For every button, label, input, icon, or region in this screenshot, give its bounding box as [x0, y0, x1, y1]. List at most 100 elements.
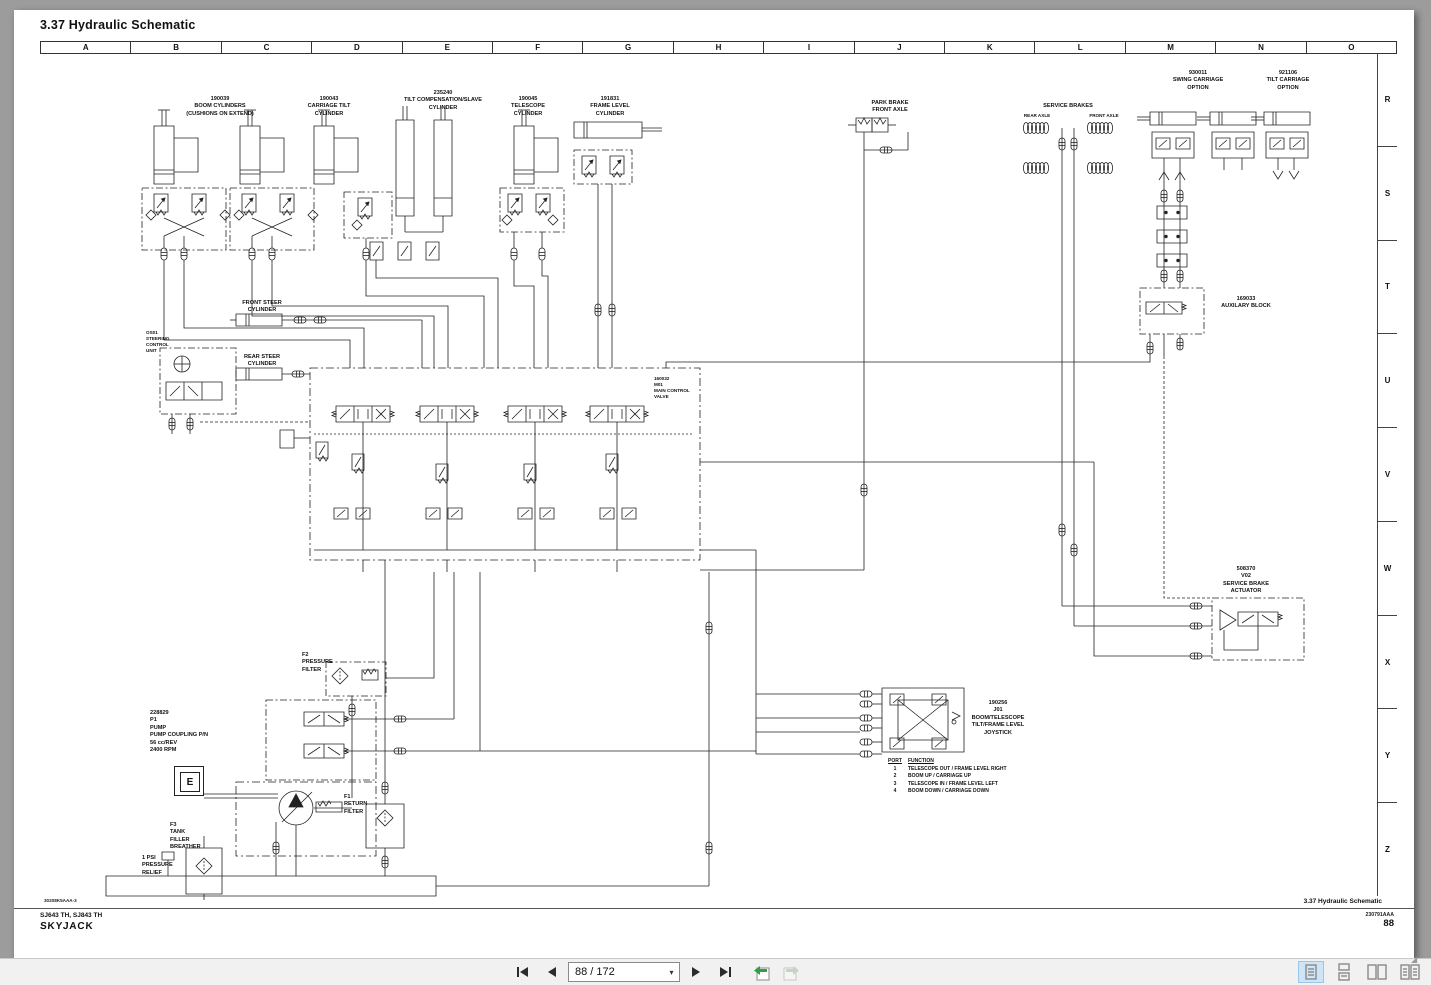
nav-back-button[interactable]	[749, 961, 775, 983]
label-psi-relief: 1 PSI PRESSURE RELIEF	[142, 855, 173, 876]
port-fn: TELESCOPE IN / FRAME LEVEL LEFT	[908, 780, 998, 787]
facing-pages-icon	[1367, 964, 1387, 980]
grid-col: F	[493, 42, 584, 53]
page-number-input[interactable]: 88 / 172 ▾	[568, 962, 680, 982]
grid-col: K	[945, 42, 1036, 53]
nav-back-icon	[754, 965, 770, 980]
pump-symbol	[204, 572, 756, 876]
grid-col: C	[222, 42, 313, 53]
aux-block-symbol	[666, 288, 1212, 598]
grid-row: W	[1378, 522, 1397, 616]
grid-col: M	[1126, 42, 1217, 53]
view-single-button[interactable]	[1298, 961, 1324, 983]
swing-carriage-symbol	[1136, 111, 1257, 288]
telescope-symbol	[500, 109, 564, 261]
view-continuous-button[interactable]	[1331, 961, 1357, 983]
label-tank-breather: F3 TANK FILLER BREATHER	[170, 822, 201, 851]
brake-actuator-symbol	[1212, 598, 1304, 660]
hydraulic-schematic-svg	[14, 10, 1311, 958]
document-canvas[interactable]: 3.37 Hydraulic Schematic A B C D E F G H…	[0, 0, 1431, 958]
tilt-carriage-symbol	[1250, 111, 1311, 180]
label-pump: 228829 P1 PUMP PUMP COUPLING P/N 56 cc/R…	[150, 710, 209, 753]
label-steering-unit: OS01 STEERING CONTROL UNIT	[146, 330, 170, 354]
grid-col: J	[855, 42, 946, 53]
label-park-brake: PARK BRAKE FRONT AXLE	[871, 100, 909, 114]
first-page-icon	[517, 967, 528, 977]
label-rear-axle: REAR AXLE	[1023, 113, 1051, 118]
port-fn: BOOM UP / CARRIAGE UP	[908, 773, 971, 779]
view-mode-group: ◢	[1298, 955, 1423, 983]
view-facing-button[interactable]	[1364, 961, 1390, 983]
footer-models: SJ643 TH, SJ843 TH	[40, 912, 103, 919]
footer-section: 3.37 Hydraulic Schematic	[1303, 898, 1382, 905]
grid-col: B	[131, 42, 222, 53]
grid-col: H	[674, 42, 765, 53]
port-num: 2	[893, 773, 897, 779]
prev-page-icon	[548, 967, 556, 977]
footer-page-number: 88	[1383, 918, 1394, 929]
pdf-page: 3.37 Hydraulic Schematic A B C D E F G H…	[14, 10, 1414, 958]
label-pressure-filter: F2 PRESSURE FILTER	[302, 652, 333, 673]
label-service-brakes: SERVICE BRAKES	[1043, 103, 1093, 109]
main-control-valve-symbol	[280, 368, 700, 572]
label-frame-level: 191831 FRAME LEVEL CYLINDER	[590, 96, 630, 117]
grid-row: Z	[1385, 845, 1390, 855]
grid-row: S	[1378, 147, 1397, 241]
grid-col: D	[312, 42, 403, 53]
footer-divider	[14, 908, 1414, 909]
label-main-valve: 160032 M01 MAIN CONTROL VALVE	[654, 376, 690, 400]
label-brake-actuator: 508370 V02 SERVICE BRAKE ACTUATOR	[1223, 566, 1269, 595]
function-header: FUNCTION	[908, 758, 934, 764]
drawing-code: 30208K5AAA-3	[44, 898, 77, 903]
label-rear-steer: REAR STEER CYLINDER	[243, 354, 281, 368]
grid-row: T	[1378, 241, 1397, 335]
first-page-button[interactable]	[510, 961, 536, 983]
prev-page-button[interactable]	[539, 961, 565, 983]
resize-grip: ◢	[1411, 955, 1418, 964]
label-joystick: 190256 J01 BOOM/TELESCOPE TILT/FRAME LEV…	[971, 700, 1025, 736]
label-front-axle: FRONT AXLE	[1089, 113, 1119, 118]
port-fn: BOOM DOWN / CARRIAGE DOWN	[908, 788, 989, 794]
continuous-page-icon	[1338, 963, 1350, 981]
label-telescope: 190045 TELESCOPE CYLINDER	[511, 96, 545, 117]
grid-column-header: A B C D E F G H I J K L M N O	[40, 41, 1397, 54]
last-page-button[interactable]	[712, 961, 738, 983]
book-view-icon	[1400, 964, 1420, 980]
label-tilt-carriage: 921106 TILT CARRIAGE OPTION	[1266, 70, 1310, 91]
grid-col: I	[764, 42, 855, 53]
grid-row: R	[1378, 53, 1397, 147]
port-header: PORT	[888, 758, 902, 764]
pressure-filter-symbol	[326, 572, 434, 798]
grid-col: G	[583, 42, 674, 53]
grid-row: U	[1378, 334, 1397, 429]
grid-row: Y	[1378, 709, 1397, 804]
carriage-tilt-symbol	[313, 109, 392, 261]
joystick-port-table: PORT FUNCTION 1 TELESCOPE OUT / FRAME LE…	[882, 758, 1042, 794]
skyjack-logo: SKYJACK	[39, 921, 94, 932]
label-aux-block: 169033 AUXILARY BLOCK	[1221, 296, 1271, 310]
single-page-icon	[1305, 964, 1317, 980]
label-swing-carriage: 930011 SWING CARRIAGE OPTION	[1172, 70, 1224, 91]
label-front-steer: FRONT STEER CYLINDER	[242, 300, 282, 314]
grid-col: L	[1035, 42, 1126, 53]
grid-col: N	[1216, 42, 1307, 53]
port-fn: TELESCOPE OUT / FRAME LEVEL RIGHT	[908, 765, 1007, 772]
tilt-comp-symbol	[370, 106, 452, 260]
view-book-button[interactable]	[1397, 961, 1423, 983]
last-page-icon	[720, 967, 731, 977]
nav-forward-button[interactable]	[778, 961, 804, 983]
viewer-toolbar: 88 / 172 ▾ ◢	[0, 955, 1431, 985]
engine-label: E	[180, 772, 200, 792]
grid-row: V	[1378, 428, 1397, 522]
dropdown-caret-icon[interactable]: ▾	[664, 968, 679, 977]
grid-col: A	[41, 42, 132, 53]
frame-level-symbol	[574, 122, 662, 368]
label-carriage-tilt: 190043 CARRIAGE TILT CYLINDER	[307, 96, 351, 117]
next-page-button[interactable]	[683, 961, 709, 983]
pdf-viewer-window: 3.37 Hydraulic Schematic A B C D E F G H…	[0, 0, 1431, 985]
service-brakes-symbol	[1023, 122, 1212, 627]
port-num: 1	[893, 765, 897, 772]
grid-col: E	[403, 42, 494, 53]
park-brake-symbol	[700, 118, 908, 570]
page-nav-group: 88 / 172 ▾	[510, 961, 804, 983]
